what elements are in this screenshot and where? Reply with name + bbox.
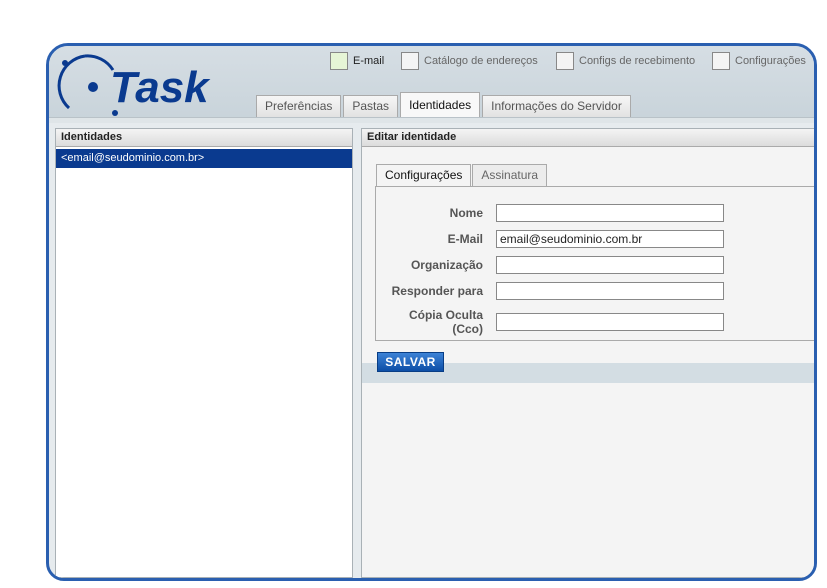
tab-informacoes-servidor[interactable]: Informações do Servidor: [482, 95, 631, 117]
toolbar-label: Catálogo de endereços: [424, 55, 538, 67]
main-tabs: Preferências Pastas Identidades Informaç…: [256, 92, 631, 117]
toolbar-label: E-mail: [353, 55, 385, 67]
nome-input[interactable]: [496, 204, 724, 222]
cco-input[interactable]: [496, 313, 724, 331]
field-email: E-Mail: [376, 230, 724, 248]
field-label: Nome: [449, 206, 483, 220]
field-label: Cópia Oculta (Cco): [408, 308, 483, 336]
field-copia-oculta: Cópia Oculta (Cco): [376, 308, 724, 336]
edit-identity-header: Editar identidade: [362, 129, 814, 147]
identities-panel: Identidades <email@seudominio.com.br>: [55, 128, 353, 578]
task-logo: Task: [57, 54, 211, 116]
identity-form: Nome E-Mail Organização Responder para C…: [375, 186, 814, 341]
svg-text:Task: Task: [110, 63, 211, 112]
address-book-icon: [401, 52, 419, 70]
tab-configuracoes[interactable]: Configurações: [376, 164, 472, 187]
tab-preferencias[interactable]: Preferências: [256, 95, 342, 117]
field-organizacao: Organização: [376, 256, 724, 274]
toolbar-receive-settings[interactable]: Configs de recebimento: [556, 52, 695, 70]
identity-tabs: Configurações Assinatura: [376, 164, 548, 187]
toolbar-label: Configurações: [735, 55, 806, 67]
tab-pastas[interactable]: Pastas: [343, 95, 399, 117]
toolbar-email[interactable]: E-mail: [330, 52, 384, 70]
tab-assinatura[interactable]: Assinatura: [472, 164, 548, 186]
toolbar-settings[interactable]: Configurações: [712, 52, 806, 70]
field-nome: Nome: [376, 204, 724, 222]
organizacao-input[interactable]: [496, 256, 724, 274]
edit-identity-panel: Editar identidade Configurações Assinatu…: [361, 128, 814, 578]
identities-header: Identidades: [56, 129, 352, 147]
responder-para-input[interactable]: [496, 282, 724, 300]
app-window: Task E-mail Catálogo de endereços Config…: [46, 43, 817, 581]
toolbar-address-book[interactable]: Catálogo de endereços: [401, 52, 538, 70]
field-label: Organização: [410, 258, 483, 272]
email-inbox-icon: [330, 52, 348, 70]
identity-list-item[interactable]: <email@seudominio.com.br>: [56, 149, 352, 168]
field-label: E-Mail: [447, 232, 483, 246]
field-responder-para: Responder para: [376, 282, 724, 300]
save-button[interactable]: SALVAR: [377, 352, 444, 372]
field-label: Responder para: [391, 284, 483, 298]
settings-icon: [712, 52, 730, 70]
tab-identidades[interactable]: Identidades: [400, 92, 481, 117]
header: Task E-mail Catálogo de endereços Config…: [49, 46, 814, 123]
receive-settings-icon: [556, 52, 574, 70]
toolbar-label: Configs de recebimento: [579, 55, 696, 67]
email-input[interactable]: [496, 230, 724, 248]
